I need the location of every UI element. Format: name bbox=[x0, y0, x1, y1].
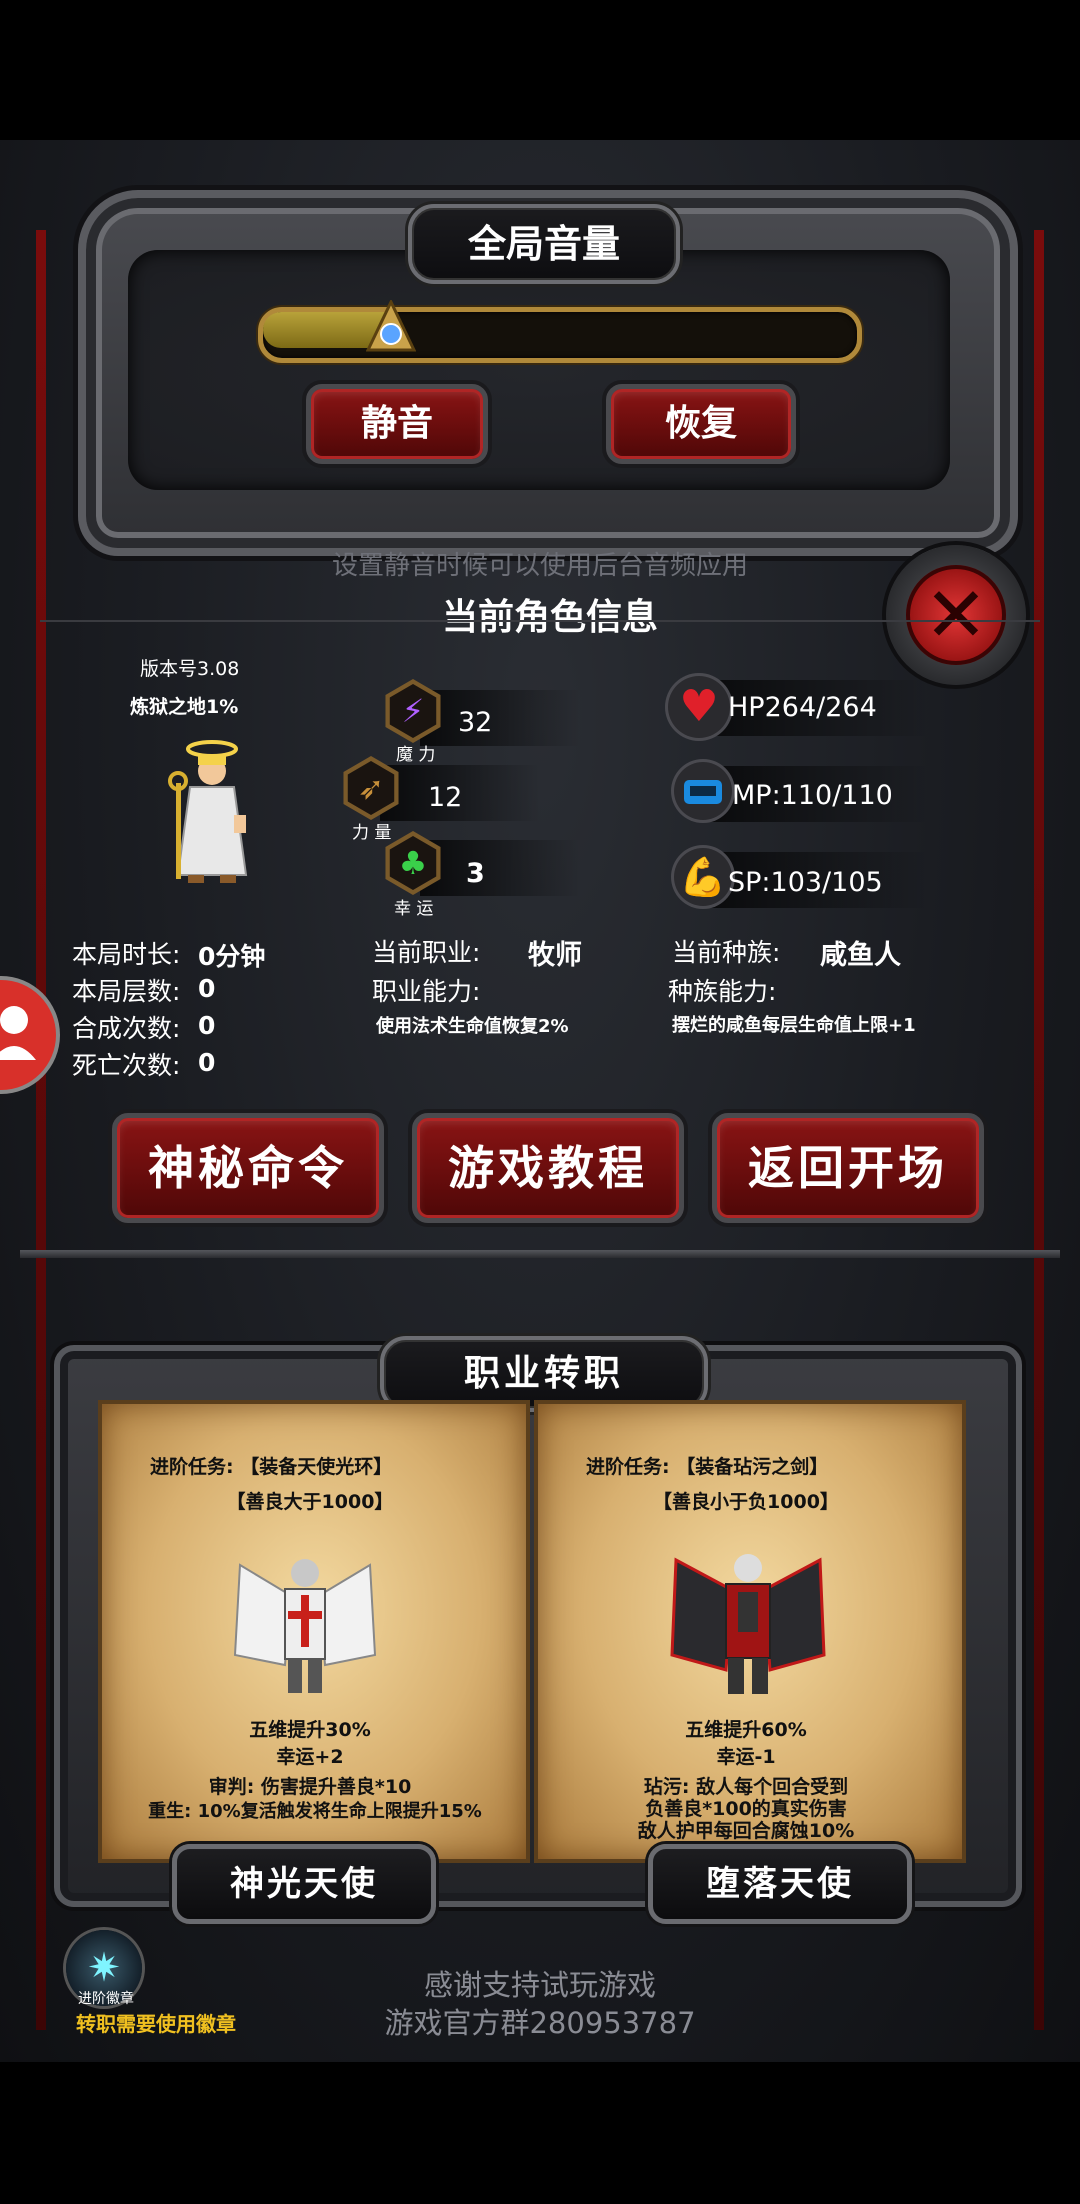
close-icon[interactable]: ✕ bbox=[906, 565, 1006, 665]
record-value: 0 bbox=[198, 974, 216, 1003]
character-avatar bbox=[150, 735, 270, 895]
restore-button[interactable]: 恢复 bbox=[606, 384, 796, 464]
volume-slider-knob[interactable] bbox=[365, 298, 417, 358]
condition-text: 【善良大于1000】 bbox=[226, 1491, 394, 1513]
job-value: 牧师 bbox=[528, 940, 582, 971]
luck-band bbox=[420, 840, 580, 896]
condition-text: 【善良小于负1000】 bbox=[653, 1491, 839, 1513]
mp-icon bbox=[674, 762, 732, 820]
effect-text: 敌人护甲每回合腐蚀10% bbox=[637, 1820, 855, 1842]
tutorial-button[interactable]: 游戏教程 bbox=[412, 1113, 684, 1223]
race-label: 当前种族: bbox=[672, 938, 781, 967]
record-label: 本局时长: bbox=[72, 940, 181, 969]
side-profile-button[interactable] bbox=[0, 980, 56, 1090]
sp-value: SP:103/105 bbox=[728, 867, 883, 898]
holy-angel-sprite bbox=[230, 1545, 380, 1705]
holy-angel-button[interactable]: 神光天使 bbox=[172, 1844, 436, 1924]
record-label: 本局层数: bbox=[72, 977, 181, 1006]
badge-note: 转职需要使用徽章 bbox=[76, 2012, 236, 2036]
quest-text: 进阶任务: 【装备天使光环】 bbox=[150, 1456, 393, 1478]
bonus-text: 五维提升30% bbox=[249, 1719, 371, 1741]
effect-text: 重生: 10%复活触发将生命上限提升15% bbox=[148, 1801, 482, 1822]
version-text: 版本号3.08 bbox=[140, 658, 240, 680]
race-ability-text: 摆烂的咸鱼每层生命值上限+1 bbox=[672, 1015, 916, 1036]
magic-band bbox=[420, 690, 580, 746]
job-ability-label: 职业能力: bbox=[372, 977, 481, 1006]
record-value: 0 bbox=[198, 1048, 216, 1077]
official-group-text: 游戏官方群280953787 bbox=[384, 2006, 696, 2040]
right-frame-border bbox=[1034, 230, 1044, 2030]
magic-label: 魔 力 bbox=[396, 745, 436, 765]
race-ability-label: 种族能力: bbox=[668, 977, 777, 1006]
hp-value: HP264/264 bbox=[728, 692, 877, 723]
bonus-text: 五维提升60% bbox=[685, 1719, 807, 1741]
muscle-icon: 💪 bbox=[674, 848, 732, 906]
strength-value: 12 bbox=[428, 782, 463, 813]
mute-button[interactable]: 静音 bbox=[306, 384, 488, 464]
effect-text: 审判: 伤害提升善良*10 bbox=[208, 1776, 412, 1798]
char-info-title: 当前角色信息 bbox=[441, 597, 658, 638]
thanks-text: 感谢支持试玩游戏 bbox=[423, 1968, 656, 2002]
job-ability-text: 使用法术生命值恢复2% bbox=[376, 1016, 569, 1037]
left-frame-border bbox=[36, 230, 46, 2030]
record-label: 合成次数: bbox=[72, 1014, 181, 1043]
divider bbox=[40, 620, 1040, 622]
fallen-angel-button[interactable]: 堕落天使 bbox=[648, 1844, 912, 1924]
divider bbox=[20, 1250, 1060, 1258]
difficulty-text: 炼狱之地1% bbox=[130, 696, 239, 718]
fallen-angel-sprite bbox=[668, 1540, 828, 1710]
volume-hint: 设置静音时候可以使用后台音频应用 bbox=[331, 551, 748, 581]
strength-label: 力 量 bbox=[352, 823, 392, 843]
volume-title: 全局音量 bbox=[408, 204, 680, 284]
badge-label: 进阶徽章 bbox=[78, 1991, 134, 2007]
secret-command-button[interactable]: 神秘命令 bbox=[112, 1113, 384, 1223]
quest-text: 进阶任务: 【装备玷污之剑】 bbox=[586, 1456, 829, 1478]
job-label: 当前职业: bbox=[372, 938, 481, 967]
race-value: 咸鱼人 bbox=[820, 940, 901, 971]
luck-label: 幸 运 bbox=[394, 899, 434, 919]
record-value: 0 bbox=[198, 1011, 216, 1040]
record-value: 0分钟 bbox=[198, 942, 266, 971]
mp-value: MP:110/110 bbox=[732, 780, 893, 811]
bonus-text: 幸运-1 bbox=[716, 1746, 776, 1768]
back-to-start-button[interactable]: 返回开场 bbox=[712, 1113, 984, 1223]
luck-value: 3 bbox=[466, 858, 485, 889]
record-label: 死亡次数: bbox=[72, 1051, 181, 1080]
magic-value: 32 bbox=[458, 707, 493, 738]
heart-icon: ♥ bbox=[668, 676, 730, 738]
bonus-text: 幸运+2 bbox=[276, 1746, 344, 1768]
volume-panel-inner bbox=[128, 250, 950, 490]
